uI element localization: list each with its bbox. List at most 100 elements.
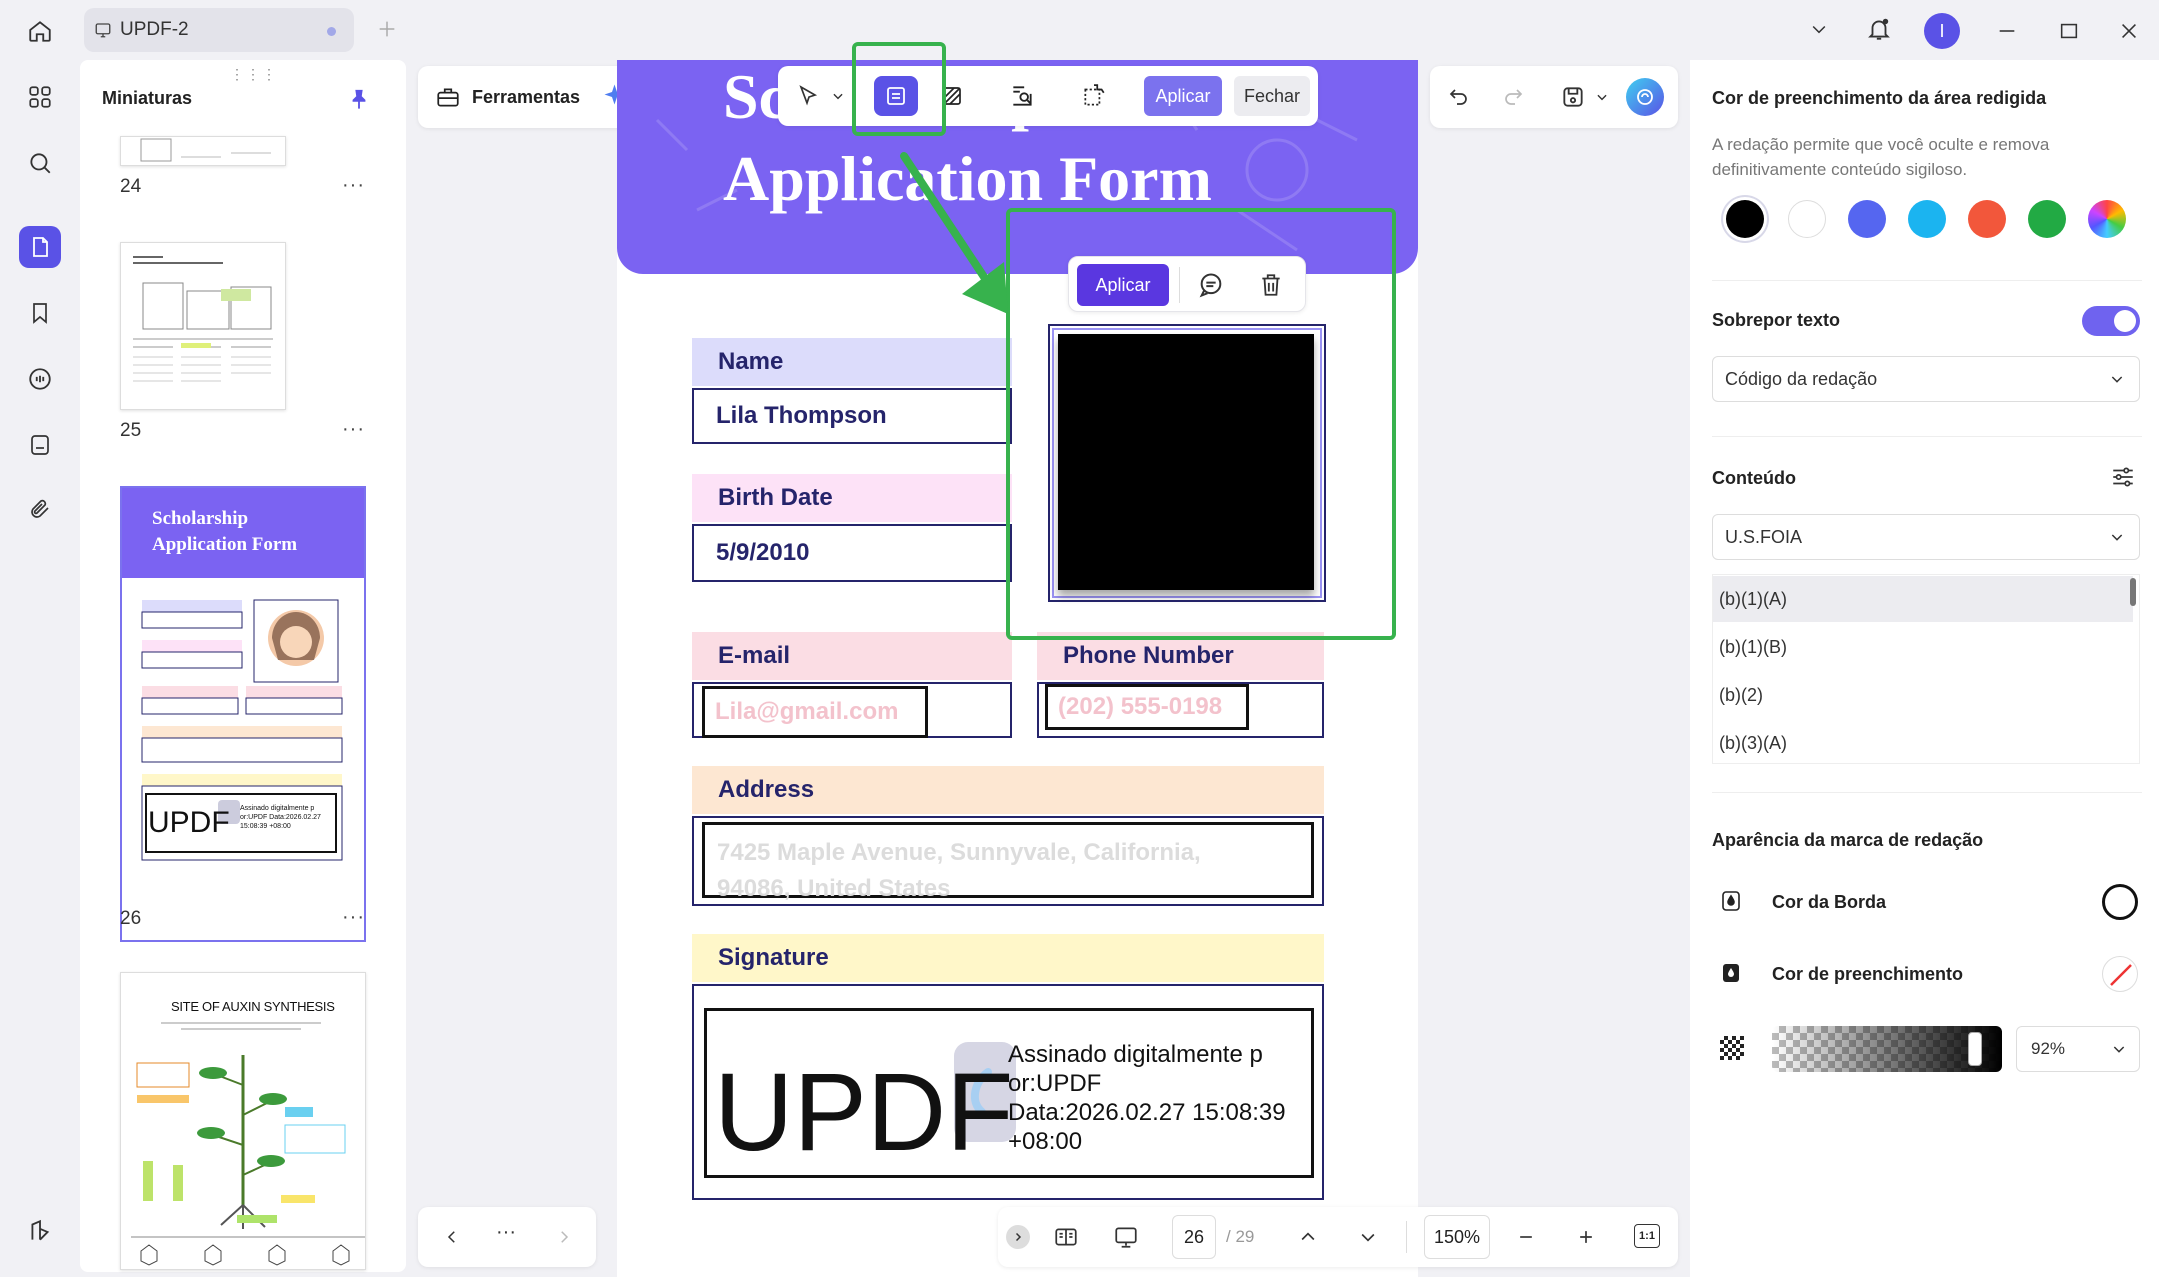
content-code-item[interactable]: (b)(3)(A) (1713, 720, 2133, 766)
thumbnail-more-button[interactable]: ··· (342, 906, 365, 929)
name-field[interactable]: Lila Thompson (692, 388, 1012, 444)
bookmark-icon[interactable] (19, 292, 61, 334)
swatch-orange[interactable] (1968, 200, 2006, 238)
border-drop-icon (1718, 886, 1744, 916)
phone-redaction-mark[interactable]: (202) 555-0198 (1045, 684, 1249, 730)
cursor-select-icon[interactable] (790, 78, 826, 114)
border-color-swatch[interactable] (2102, 884, 2138, 920)
signature-field[interactable]: UPDF Assinado digitalmente p or:UPDF Dat… (692, 984, 1324, 1200)
presentation-icon[interactable] (1108, 1219, 1144, 1255)
zoom-in-icon[interactable] (1568, 1219, 1604, 1255)
grid-apps-icon[interactable] (19, 76, 61, 118)
pin-icon[interactable] (344, 82, 374, 116)
comment-icon[interactable] (19, 358, 61, 400)
overlay-text-toggle[interactable] (2082, 306, 2140, 336)
total-pages: / 29 (1226, 1227, 1255, 1246)
search-redact-icon[interactable] (1004, 78, 1040, 114)
current-page-input[interactable]: 26 (1172, 1215, 1216, 1259)
more-dots[interactable]: ··· (496, 1221, 516, 1244)
save-icon[interactable] (1556, 80, 1590, 114)
tab-title: UPDF-2 (120, 19, 189, 40)
email-field-box: Lila@gmail.com (692, 682, 1012, 738)
home-icon[interactable] (22, 13, 58, 49)
fill-color-description: A redação permite que você oculte e remo… (1712, 135, 2050, 179)
search-icon[interactable] (19, 142, 61, 184)
page-navigation: ··· (418, 1207, 596, 1267)
thumbnails-panel: ⋮⋮⋮ Miniaturas 24 ··· 25 ··· Scholarship… (80, 60, 406, 1272)
apply-redaction-button[interactable]: Aplicar (1144, 76, 1222, 116)
chevron-down-icon[interactable] (1804, 14, 1834, 44)
list-scrollbar[interactable] (2130, 578, 2136, 606)
address-label: Address (692, 766, 1324, 814)
swatch-cyan[interactable] (1908, 200, 1946, 238)
form-field-icon[interactable] (19, 424, 61, 466)
chevron-down-icon (2109, 529, 2125, 545)
page-up-icon[interactable] (1290, 1219, 1326, 1255)
chevron-down-icon[interactable] (828, 84, 848, 108)
maximize-icon[interactable] (2052, 14, 2086, 48)
next-arrow-icon[interactable] (548, 1221, 580, 1253)
address-redaction-mark[interactable]: 7425 Maple Avenue, Sunnyvale, California… (702, 822, 1314, 902)
signature-logo: UPDF (714, 1051, 1014, 1174)
settings-sliders-icon[interactable] (2106, 460, 2140, 494)
swatch-black[interactable] (1726, 200, 1764, 238)
content-title: Conteúdo (1712, 468, 1796, 488)
swatch-green[interactable] (2028, 200, 2066, 238)
highlight-arrow (900, 152, 1008, 314)
sanitize-document-icon[interactable] (1076, 78, 1112, 114)
birth-date-field[interactable]: 5/9/2010 (692, 524, 1012, 582)
swatch-white[interactable] (1788, 200, 1826, 238)
chevron-down-icon[interactable] (1592, 86, 1612, 108)
zoom-level[interactable]: 150% (1424, 1215, 1490, 1259)
mini-auxin-title: SITE OF AUXIN SYNTHESIS (171, 999, 335, 1014)
drag-handle[interactable]: ⋮⋮⋮ (230, 66, 278, 83)
border-color-label: Cor da Borda (1772, 892, 1887, 912)
fill-color-none-swatch[interactable] (2102, 956, 2138, 992)
close-window-icon[interactable] (2112, 14, 2146, 48)
actual-size-button[interactable]: 1:1 (1634, 1224, 1660, 1248)
swatch-blue[interactable] (1848, 200, 1886, 238)
thumbnails-page-icon[interactable] (19, 226, 61, 268)
collapse-arrow-icon[interactable] (1006, 1225, 1030, 1249)
user-avatar[interactable]: I (1924, 13, 1960, 49)
document-tab[interactable]: UPDF-2 (84, 8, 354, 52)
address-field-box: 7425 Maple Avenue, Sunnyvale, California… (692, 816, 1324, 906)
tab-icon (94, 21, 112, 39)
history-toolbar (1430, 66, 1678, 128)
attachment-icon[interactable] (19, 488, 61, 530)
thumbnail-more-button[interactable]: ··· (342, 174, 365, 197)
notification-bell-icon[interactable] (1862, 12, 1896, 46)
content-code-item[interactable]: (b)(1)(A) (1713, 576, 2133, 622)
new-tab-plus-icon[interactable] (372, 14, 402, 44)
opacity-select[interactable]: 92% (2016, 1026, 2140, 1072)
name-label: Name (692, 338, 1012, 386)
previous-arrow-icon[interactable] (436, 1221, 468, 1253)
mini-signature-text: Assinado digitalmente p or:UPDF Data:202… (240, 805, 321, 830)
minimize-icon[interactable] (1990, 14, 2024, 48)
thumbnail-more-button[interactable]: ··· (342, 418, 365, 441)
page-layout-icon[interactable] (1048, 1219, 1084, 1255)
opacity-slider-handle[interactable] (1968, 1032, 1982, 1066)
email-redaction-mark[interactable]: Lila@gmail.com (702, 686, 928, 738)
undo-icon[interactable] (1442, 80, 1476, 114)
email-value: Lila@gmail.com (715, 698, 899, 725)
thumbnail-page-27[interactable]: SITE OF AUXIN SYNTHESIS (120, 972, 366, 1270)
opacity-slider[interactable] (1772, 1026, 2002, 1072)
swatch-custom-gradient[interactable] (2088, 200, 2126, 238)
page-down-icon[interactable] (1350, 1219, 1386, 1255)
highlight-box-redaction (1006, 208, 1396, 640)
overlay-text-select[interactable]: Código da redação (1712, 356, 2140, 402)
thumbnail-page-25[interactable] (120, 242, 286, 410)
thumbnail-page-26-selected[interactable]: Scholarship Application Form UPDF Assina… (120, 486, 366, 942)
thumbnail-page-24[interactable] (120, 136, 286, 166)
content-standard-select[interactable]: U.S.FOIA (1712, 514, 2140, 560)
layers-icon[interactable] (19, 1210, 61, 1252)
redo-icon[interactable] (1496, 80, 1530, 114)
close-redaction-button[interactable]: Fechar (1234, 76, 1310, 116)
content-code-item[interactable]: (b)(1)(B) (1713, 624, 2133, 670)
signature-details: Assinado digitalmente p or:UPDF Data:202… (1008, 1041, 1286, 1155)
content-code-item[interactable]: (b)(2) (1713, 672, 2133, 718)
signature-label: Signature (692, 934, 1324, 982)
zoom-out-icon[interactable] (1508, 1219, 1544, 1255)
ai-assistant-icon[interactable] (1626, 78, 1664, 116)
